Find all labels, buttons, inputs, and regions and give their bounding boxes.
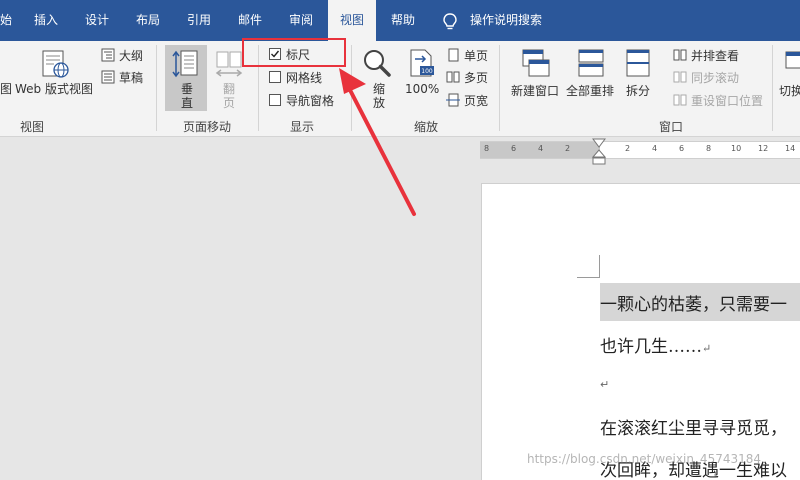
document-text-line[interactable]: 一颗心的枯萎，只需要一	[600, 290, 787, 315]
outline-label: 大纲	[119, 48, 144, 63]
outline-button[interactable]: 大纲	[101, 45, 143, 65]
ruler-tick: 12	[758, 144, 769, 153]
document-text: 也许几生……	[600, 337, 702, 357]
tab-review[interactable]: 审阅	[289, 0, 313, 41]
tab-design[interactable]: 设计	[85, 0, 109, 41]
page-width-label: 页宽	[464, 93, 489, 108]
read-mode-label[interactable]: 图	[0, 80, 12, 97]
tab-view[interactable]: 视图	[328, 0, 377, 41]
show-group-label: 显示	[290, 120, 315, 134]
multiple-pages-label: 多页	[464, 70, 489, 85]
draft-icon	[101, 70, 115, 84]
navigation-pane-label: 导航窗格	[286, 93, 335, 108]
one-page-button[interactable]: 单页	[446, 45, 488, 65]
paragraph-mark: ↵	[702, 342, 712, 355]
view-side-by-side-label: 并排查看	[691, 48, 740, 63]
new-window-button[interactable]: 新建窗口	[511, 82, 559, 99]
ruler-tick: 2	[565, 144, 571, 153]
switch-windows-icon[interactable]	[784, 48, 800, 78]
switch-windows-button[interactable]: 切换	[779, 82, 800, 99]
page-movement-group-label: 页面移动	[183, 120, 232, 134]
web-layout-icon[interactable]	[40, 49, 70, 79]
draft-button[interactable]: 草稿	[101, 67, 143, 87]
gridlines-label: 网格线	[286, 70, 323, 85]
split-button[interactable]: 拆分	[626, 82, 650, 99]
tab-insert[interactable]: 插入	[34, 0, 58, 41]
window-group-label: 窗口	[659, 120, 684, 134]
tab-references[interactable]: 引用	[187, 0, 211, 41]
vertical-scroll-icon[interactable]	[171, 49, 201, 79]
group-divider	[772, 45, 773, 131]
ribbon-tab-bar: 始 插入 设计 布局 引用 邮件 审阅 视图 帮助 操作说明搜索	[0, 0, 800, 41]
side-to-side-button[interactable]: 翻页	[222, 82, 236, 110]
vertical-button[interactable]: 垂直	[180, 82, 194, 110]
reset-window-icon	[673, 94, 687, 106]
new-window-icon[interactable]	[521, 48, 551, 78]
indent-marker-icon[interactable]	[592, 138, 606, 166]
watermark-url: https://blog.csdn.net/weixin_45743184	[527, 452, 762, 466]
reset-window-position-button[interactable]: 重设窗口位置	[673, 90, 763, 110]
annotation-arrow-icon	[339, 68, 416, 216]
multiple-pages-icon	[446, 71, 460, 83]
sync-scroll-icon	[673, 71, 687, 83]
reset-window-position-label: 重设窗口位置	[691, 93, 764, 108]
ruler-tick: 4	[538, 144, 544, 153]
navigation-pane-check-box[interactable]	[269, 94, 281, 106]
page-width-button[interactable]: 页宽	[446, 90, 488, 110]
paragraph-mark: ↵	[600, 378, 610, 391]
view-side-by-side-button[interactable]: 并排查看	[673, 45, 739, 65]
ruler-tick: 6	[511, 144, 517, 153]
ruler-tick: 8	[706, 144, 712, 153]
ruler-tick: 10	[731, 144, 742, 153]
tab-mailings[interactable]: 邮件	[238, 0, 262, 41]
outline-icon	[101, 48, 115, 62]
draft-label: 草稿	[119, 70, 144, 85]
ruler-tick: 4	[652, 144, 658, 153]
side-to-side-icon[interactable]	[214, 49, 244, 79]
one-page-label: 单页	[464, 48, 489, 63]
tab-layout[interactable]: 布局	[136, 0, 160, 41]
synchronous-scrolling-label: 同步滚动	[691, 70, 740, 85]
gridlines-checkbox[interactable]: 网格线	[269, 67, 322, 87]
group-divider	[156, 45, 157, 131]
ruler-tick: 14	[785, 144, 796, 153]
synchronous-scrolling-button[interactable]: 同步滚动	[673, 67, 739, 87]
ruler-tick: 2	[625, 144, 631, 153]
tab-help[interactable]: 帮助	[391, 0, 415, 41]
ruler-tick: 8	[484, 144, 490, 153]
crop-mark	[599, 255, 600, 277]
tell-me-search[interactable]: 操作说明搜索	[470, 0, 542, 41]
horizontal-ruler[interactable]: 8 6 4 2 2 4 6 8 10 12 14	[480, 141, 800, 159]
group-divider	[499, 45, 500, 131]
page-width-icon	[446, 93, 460, 107]
lightbulb-icon	[443, 13, 457, 30]
gridlines-check-box[interactable]	[269, 71, 281, 83]
multiple-pages-button[interactable]: 多页	[446, 67, 488, 87]
document-text-line[interactable]: 也许几生……↵	[600, 332, 711, 357]
views-group-label: 视图	[20, 120, 45, 134]
document-text-line[interactable]: 在滚滚红尘里寻寻觅觅，	[600, 414, 787, 439]
ruler-tick: 6	[679, 144, 685, 153]
arrange-all-icon[interactable]	[576, 48, 606, 78]
arrange-all-button[interactable]: 全部重排	[566, 82, 614, 99]
split-icon[interactable]	[623, 48, 653, 78]
tab-home[interactable]: 始	[0, 0, 12, 41]
crop-mark	[577, 277, 600, 278]
side-by-side-icon	[673, 49, 687, 61]
navigation-pane-checkbox[interactable]: 导航窗格	[269, 90, 334, 110]
one-page-icon	[448, 48, 459, 62]
web-layout-button[interactable]: Web 版式视图	[15, 80, 93, 97]
